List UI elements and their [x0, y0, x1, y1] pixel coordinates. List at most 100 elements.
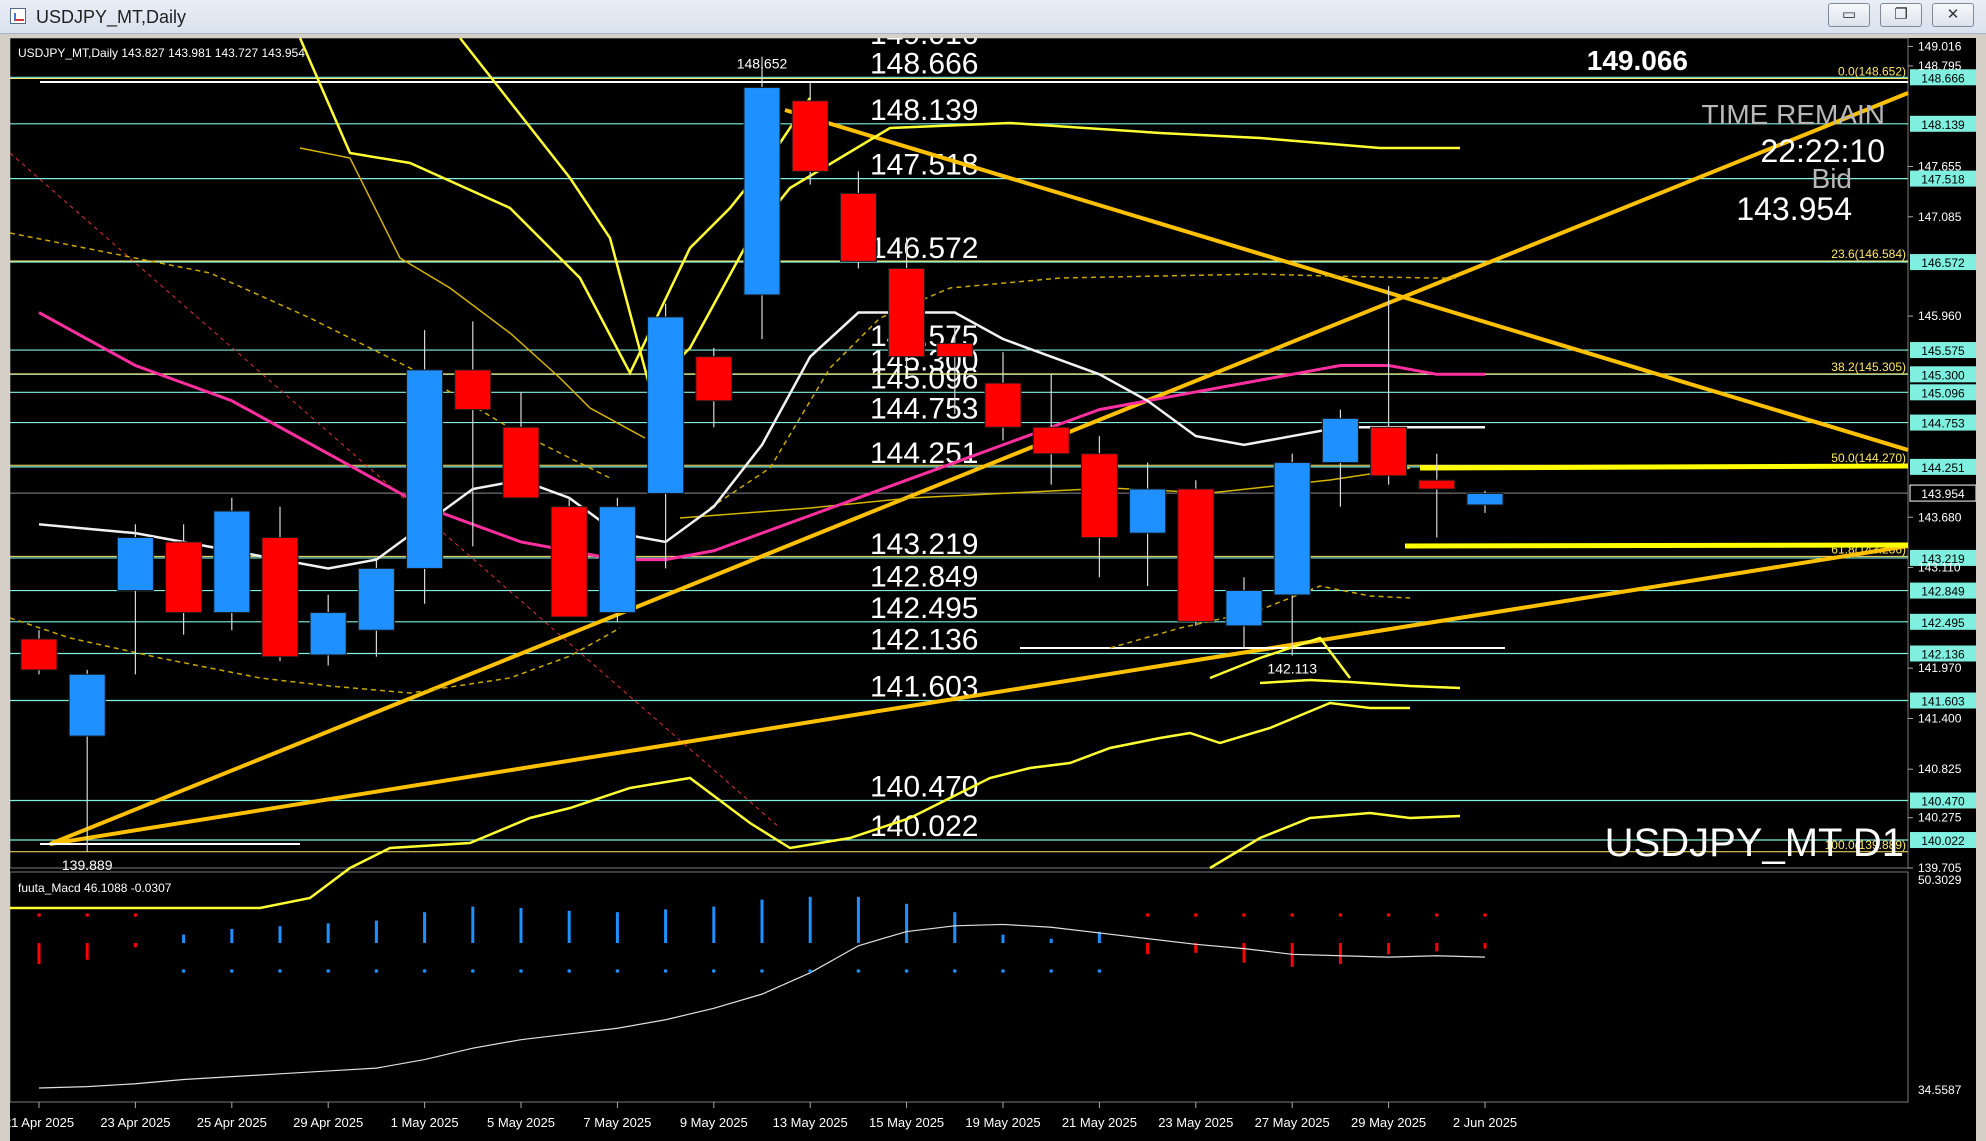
candle-body[interactable]: [165, 541, 203, 614]
candle-body[interactable]: [1225, 589, 1263, 627]
level-label: 142.849: [870, 561, 978, 594]
macd-dot: [1290, 913, 1294, 917]
y-tick-label: 147.085: [1918, 210, 1962, 224]
x-tick-label: 13 May 2025: [773, 1115, 848, 1130]
candle-body[interactable]: [1129, 488, 1167, 534]
level-label: 148.139: [870, 94, 978, 127]
candle-body[interactable]: [309, 612, 347, 656]
candle-body[interactable]: [598, 506, 636, 614]
chart-window[interactable]: 148.666 148.666 148.139 148.139 147.518 147.5…: [10, 38, 1976, 1141]
macd-histogram-bar: [519, 908, 523, 943]
candle-body[interactable]: [68, 673, 106, 737]
level-price-tag-label: 140.022: [1921, 834, 1965, 848]
candle-body[interactable]: [1273, 462, 1311, 596]
candle-body[interactable]: [20, 638, 58, 671]
candle-body[interactable]: [454, 369, 492, 411]
macd-histogram-bar: [423, 912, 427, 943]
minimize-button[interactable]: [1828, 3, 1870, 27]
time-remain-label: TIME REMAIN: [1701, 99, 1885, 130]
macd-dot: [326, 969, 331, 973]
level-label: 140.470: [870, 770, 978, 803]
y-tick-label: 140.275: [1918, 811, 1962, 825]
candle-body[interactable]: [839, 192, 877, 262]
candle-body[interactable]: [936, 342, 974, 358]
candle-body[interactable]: [1466, 492, 1504, 506]
fib-label: 23.6(146.584): [1831, 247, 1906, 261]
candle-body[interactable]: [1418, 479, 1456, 490]
candle-body[interactable]: [406, 369, 444, 569]
candle-body[interactable]: [550, 506, 588, 618]
bid-label: Bid: [1812, 163, 1852, 194]
candle-body[interactable]: [1032, 426, 1070, 455]
level-label: 142.495: [870, 592, 978, 625]
macd-dot: [230, 969, 234, 973]
price-chart[interactable]: 148.666 148.666148.139 148.139147.518 147.5…: [10, 38, 1976, 1141]
macd-histogram-bar: [1338, 943, 1342, 964]
level-price-tag-label: 140.470: [1921, 794, 1965, 808]
fib-label: 50.0(144.270): [1831, 451, 1906, 465]
macd-histogram-bar: [85, 943, 89, 960]
fib-label: 38.2(145.305): [1831, 360, 1906, 374]
x-tick-label: 29 May 2025: [1351, 1115, 1426, 1130]
macd-histogram-bar: [1387, 943, 1391, 955]
window-titlebar[interactable]: USDJPY_MT,Daily: [0, 0, 1986, 34]
macd-dot: [1097, 969, 1102, 973]
highlight-line-lower[interactable]: [1404, 542, 1909, 549]
candle-body[interactable]: [1080, 453, 1118, 539]
candle-body[interactable]: [743, 87, 781, 296]
candle-body[interactable]: [888, 267, 926, 358]
level-price-tag-label: 141.603: [1921, 695, 1965, 709]
macd-histogram-bar: [1146, 943, 1150, 955]
level-price-tag-label: 145.300: [1921, 368, 1965, 382]
macd-histogram-bar: [1483, 943, 1487, 949]
level-price-tag-label: 147.518: [1921, 173, 1965, 187]
macd-dot: [1049, 969, 1053, 973]
candle-body[interactable]: [502, 426, 540, 499]
level-price-tag-label: 142.495: [1921, 616, 1965, 630]
candle-body[interactable]: [791, 100, 829, 172]
candle-body[interactable]: [647, 316, 685, 494]
macd-histogram-bar: [856, 896, 860, 943]
chart-app-icon: [10, 8, 26, 24]
x-tick-label: 9 May 2025: [680, 1115, 748, 1130]
macd-dot: [953, 969, 957, 973]
macd-dot: [1242, 913, 1246, 917]
candles[interactable]: [20, 56, 1504, 852]
candle-body[interactable]: [1370, 426, 1408, 477]
macd-signal-line: [38, 923, 1486, 1089]
macd-dot: [712, 969, 716, 973]
macd-dot: [471, 969, 475, 973]
candle-body[interactable]: [116, 537, 154, 591]
y-tick-label: 149.016: [1918, 39, 1962, 53]
macd-histogram-bar: [1435, 943, 1439, 952]
candle-body[interactable]: [695, 356, 733, 402]
macd-indicator[interactable]: [37, 896, 1487, 1089]
candle-body[interactable]: [1321, 417, 1359, 464]
x-tick-label: 23 May 2025: [1158, 1115, 1233, 1130]
y-tick-label: 148.795: [1918, 59, 1962, 73]
horizontal-levels: 148.666 148.666148.139 148.139147.518 147.5…: [10, 38, 1976, 849]
macd-dot: [37, 913, 41, 917]
restore-button[interactable]: [1880, 3, 1922, 27]
macd-histogram-bar: [905, 903, 909, 943]
band-upper-2: [298, 38, 812, 376]
candle-body[interactable]: [261, 537, 299, 658]
x-tick-label: 19 May 2025: [965, 1115, 1040, 1130]
macd-dot: [615, 969, 620, 973]
level-label-partial: 149.016: [870, 38, 978, 51]
macd-histogram-bar: [760, 899, 764, 943]
macd-dot: [1483, 913, 1487, 917]
highlight-line-upper[interactable]: [1419, 463, 1909, 471]
macd-dot: [567, 969, 571, 973]
candle-body[interactable]: [213, 510, 251, 614]
candle-body[interactable]: [1177, 488, 1215, 622]
x-tick-label: 29 Apr 2025: [293, 1115, 363, 1130]
candle-body[interactable]: [357, 567, 395, 631]
macd-histogram-bar: [133, 943, 137, 948]
candle-body[interactable]: [984, 382, 1022, 428]
y-tick-label: 140.825: [1918, 762, 1962, 776]
macd-histogram-bar: [374, 920, 378, 943]
close-button[interactable]: [1932, 3, 1974, 27]
x-tick-label: 1 May 2025: [391, 1115, 459, 1130]
level-price-tag-label: 148.139: [1921, 118, 1965, 132]
